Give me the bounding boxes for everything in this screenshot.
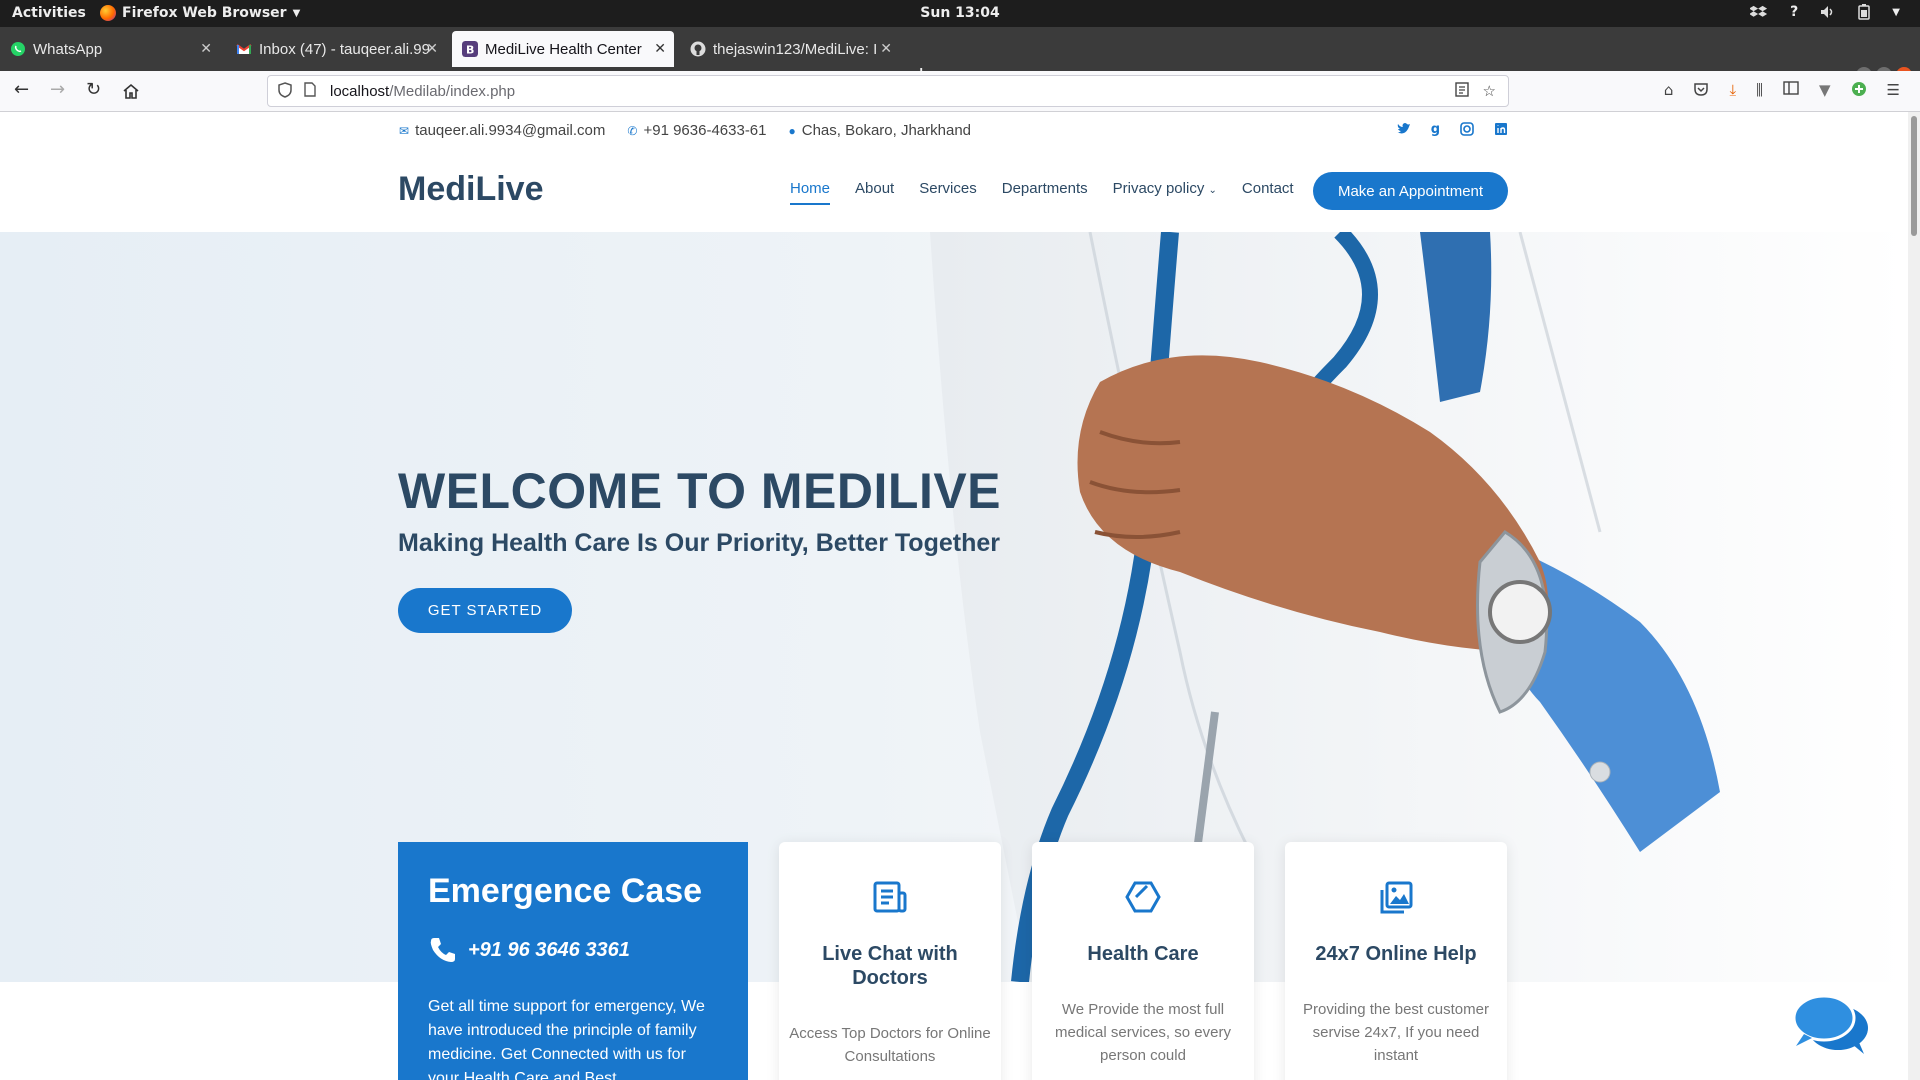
forward-arrow-icon[interactable]: →	[50, 79, 65, 100]
close-icon[interactable]: ✕	[200, 40, 212, 57]
main-menu: Home About Services Departments Privacy …	[790, 180, 1294, 205]
document-icon	[873, 881, 907, 913]
whatsapp-icon	[11, 42, 25, 56]
tab-label: WhatsApp	[33, 40, 103, 58]
emergency-description: Get all time support for emergency, We h…	[428, 998, 705, 1080]
tab-github[interactable]: thejaswin123/MediLive: I ✕	[680, 31, 900, 67]
phone-handset-icon	[430, 938, 455, 962]
tab-whatsapp[interactable]: WhatsApp ✕	[0, 31, 220, 67]
address-bar[interactable]: localhost/Medilab/index.php ☆	[267, 75, 1509, 107]
system-tray[interactable]: ? ▼	[1750, 4, 1900, 20]
menu-item-about[interactable]: About	[855, 180, 894, 205]
url-host: localhost	[330, 83, 390, 100]
tab-label: thejaswin123/MediLive: I	[713, 40, 878, 58]
shield-icon[interactable]	[278, 82, 292, 98]
bootstrap-icon: B	[462, 41, 478, 57]
envelope-icon: ✉	[399, 124, 410, 138]
menu-item-privacy[interactable]: Privacy policy ⌄	[1113, 180, 1217, 205]
menu-item-services[interactable]: Services	[919, 180, 977, 205]
gmail-icon	[236, 44, 252, 54]
close-icon[interactable]: ✕	[654, 40, 666, 57]
contact-email[interactable]: ✉ tauqeer.ali.9934@gmail.com	[399, 122, 605, 139]
url-text[interactable]: localhost/Medilab/index.php	[330, 83, 515, 100]
menu-item-home[interactable]: Home	[790, 180, 831, 205]
github-icon	[690, 41, 706, 57]
close-icon[interactable]: ✕	[426, 40, 438, 57]
toolbar-buttons: ⌂ ⤓ ⫼ ▼ ☰	[1664, 81, 1900, 99]
tab-medilive[interactable]: B MediLive Health Center ✕	[452, 31, 674, 67]
tab-label: Inbox (47) - tauqeer.ali.99	[259, 40, 430, 58]
system-top-bar: Activities Firefox Web Browser ▼ Sun 13:…	[0, 0, 1920, 27]
map-pin-icon: ●	[788, 124, 796, 138]
sidebar-icon[interactable]	[1783, 81, 1799, 95]
get-started-button[interactable]: GET STARTED	[398, 588, 572, 633]
back-arrow-icon[interactable]: ←	[14, 79, 29, 100]
hamburger-menu-icon[interactable]: ☰	[1887, 81, 1900, 99]
bookmark-star-icon[interactable]: ☆	[1483, 82, 1496, 100]
linkedin-icon[interactable]	[1494, 122, 1508, 136]
hero-title: WELCOME TO MEDILIVE	[398, 463, 1002, 519]
extension-v-icon[interactable]: ▼	[1819, 81, 1831, 99]
social-links: g	[1396, 122, 1508, 137]
download-icon[interactable]: ⤓	[1729, 81, 1736, 99]
emergency-phone-number: +91 96 3646 3361	[468, 938, 630, 961]
menu-item-privacy-label: Privacy policy	[1112, 180, 1205, 197]
reader-view-icon[interactable]	[1454, 82, 1469, 97]
site-logo[interactable]: MediLive	[398, 170, 543, 209]
power-menu-icon[interactable]: ▼	[1892, 7, 1900, 18]
chat-bubble-icon[interactable]	[1790, 992, 1872, 1056]
battery-icon[interactable]	[1858, 4, 1871, 20]
home-icon[interactable]	[122, 83, 140, 99]
extension-plus-icon[interactable]	[1851, 81, 1867, 97]
library-icon[interactable]: ⫼	[1756, 81, 1763, 99]
menu-item-departments[interactable]: Departments	[1002, 180, 1088, 205]
feature-card-online-help: 24x7 Online Help Providing the best cust…	[1285, 842, 1507, 1080]
scrollbar-thumb[interactable]	[1911, 116, 1917, 236]
emergency-card: Emergence Case +91 96 3646 3361 Get all …	[398, 842, 748, 1080]
page-scrollbar[interactable]	[1908, 112, 1920, 1080]
pocket-icon[interactable]	[1693, 81, 1709, 97]
svg-text:B: B	[466, 44, 474, 57]
tab-strip: WhatsApp ✕ Inbox (47) - tauqeer.ali.99 ✕…	[0, 27, 1920, 88]
phone-text: +91 9636-4633-61	[643, 122, 767, 139]
tab-gmail[interactable]: Inbox (47) - tauqeer.ali.99 ✕	[226, 31, 446, 67]
menu-item-contact[interactable]: Contact	[1242, 180, 1294, 205]
hexagon-icon	[1125, 881, 1161, 913]
emergency-phone[interactable]: +91 96 3646 3361	[428, 935, 718, 965]
navigation-toolbar: ← → ↻ localhost/Medilab/index.php ☆ ⌂ ⤓ …	[0, 71, 1920, 112]
dropbox-icon[interactable]	[1750, 4, 1768, 20]
hero-subtitle: Making Health Care Is Our Priority, Bett…	[398, 529, 1000, 557]
volume-icon[interactable]	[1820, 5, 1836, 19]
card-text: Providing the best customer servise 24x7…	[1303, 1001, 1489, 1064]
contact-phone[interactable]: ✆ +91 9636-4633-61	[627, 122, 766, 139]
card-title: 24x7 Online Help	[1315, 943, 1477, 965]
image-gallery-icon	[1380, 881, 1413, 914]
clock[interactable]: Sun 13:04	[0, 5, 1920, 21]
tab-label: MediLive Health Center	[485, 40, 642, 58]
feature-card-live-chat: Live Chat with Doctors Access Top Doctor…	[779, 842, 1001, 1080]
instagram-icon[interactable]	[1460, 122, 1474, 136]
location-text: Chas, Bokaro, Jharkhand	[801, 122, 972, 139]
make-appointment-button[interactable]: Make an Appointment	[1313, 172, 1508, 210]
page-icon	[304, 82, 316, 97]
feature-card-health-care: Health Care We Provide the most full med…	[1032, 842, 1254, 1080]
card-title: Health Care	[1087, 943, 1199, 965]
contact-location: ● Chas, Bokaro, Jharkhand	[789, 122, 972, 139]
emergency-title: Emergence Case	[428, 872, 703, 910]
email-text: tauqeer.ali.9934@gmail.com	[415, 122, 606, 139]
help-icon[interactable]: ?	[1790, 4, 1798, 20]
google-icon[interactable]: g	[1431, 122, 1440, 137]
chevron-down-icon: ⌄	[1208, 185, 1217, 196]
card-text: We Provide the most full medical service…	[1055, 1001, 1231, 1064]
account-icon[interactable]: ⌂	[1664, 81, 1674, 99]
phone-icon: ✆	[627, 124, 638, 138]
contact-bar: ✉ tauqeer.ali.9934@gmail.com ✆ +91 9636-46…	[399, 122, 971, 139]
page-viewport: ✉ tauqeer.ali.9934@gmail.com ✆ +91 9636-46…	[0, 112, 1908, 1080]
card-title: Live Chat with Doctors	[822, 943, 958, 989]
twitter-icon[interactable]	[1396, 122, 1411, 134]
card-text: Access Top Doctors for Online Consultati…	[789, 1025, 991, 1065]
url-path: /Medilab/index.php	[389, 83, 516, 100]
reload-icon[interactable]: ↻	[86, 79, 101, 100]
close-icon[interactable]: ✕	[880, 40, 892, 57]
